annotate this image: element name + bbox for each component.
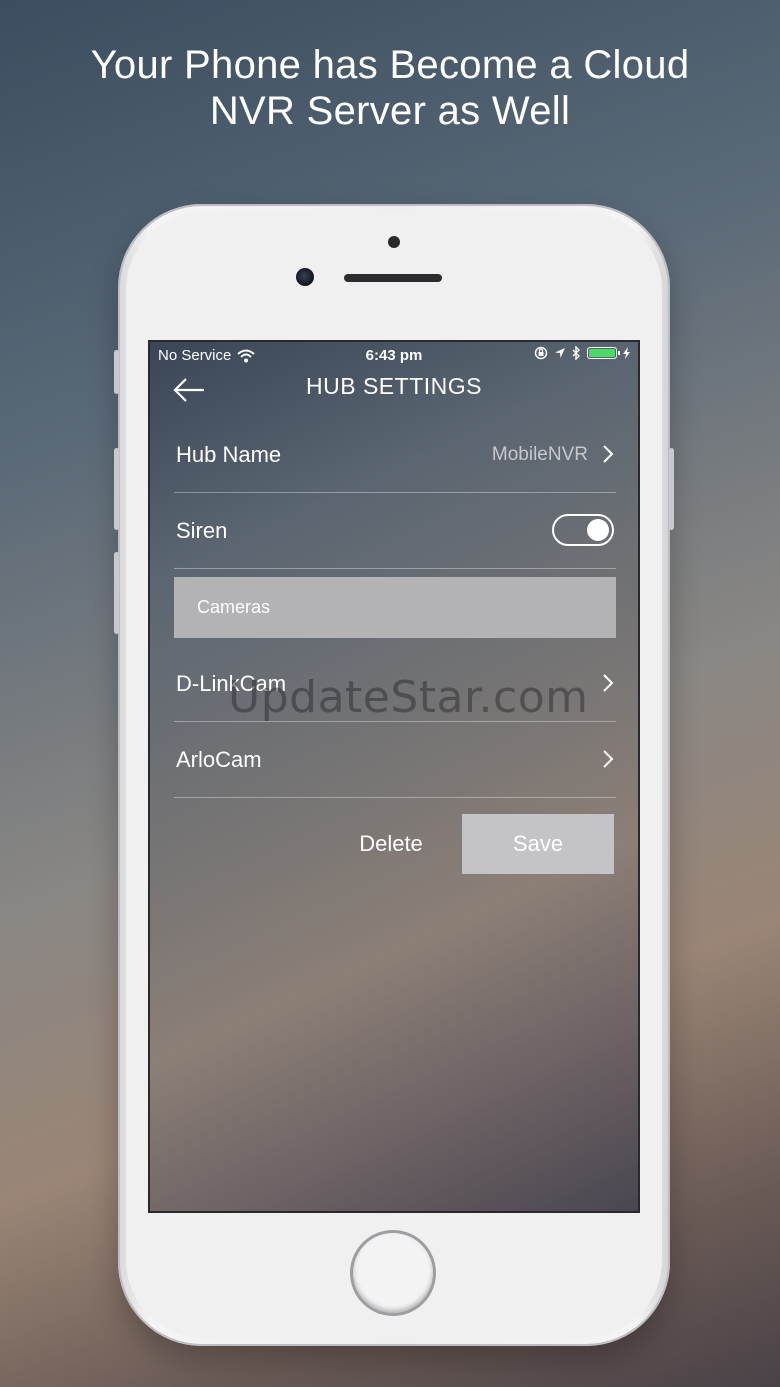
delete-button[interactable]: Delete [336,814,446,874]
status-bar: No Service 6:43 pm [150,342,638,368]
siren-row: Siren [174,494,616,569]
hub-name-value: MobileNVR [491,444,588,465]
toggle-knob [587,519,609,541]
siren-toggle[interactable] [552,514,614,546]
watermark: UpdateStar.com [228,672,589,723]
orientation-lock-icon [534,346,548,360]
headline-line-1: Your Phone has Become a Cloud [90,43,690,87]
siren-label: Siren [176,518,228,543]
bluetooth-icon [572,346,580,360]
mute-switch [114,350,119,394]
camera-row-arlocam[interactable]: ArloCam [174,723,616,798]
charging-icon [623,347,630,359]
nav-bar: HUB SETTINGS [150,368,638,412]
earpiece-speaker [344,274,442,282]
hub-name-label: Hub Name [176,442,282,467]
power-button [669,448,674,530]
location-icon [555,348,565,358]
page-title: HUB SETTINGS [306,373,482,399]
volume-up-button [114,448,119,530]
headline: Your Phone has Become a Cloud NVR Server… [0,42,780,134]
chevron-right-icon [603,445,614,463]
battery-icon [587,347,620,359]
cameras-section-header: Cameras [174,577,616,638]
save-button[interactable]: Save [462,814,614,874]
headline-line-2: NVR Server as Well [209,89,571,133]
home-button[interactable] [350,1230,436,1316]
app-screen: No Service 6:43 pm HUB SETTINGS Hub Name… [148,340,640,1213]
front-camera-icon [296,268,314,286]
hub-name-row[interactable]: Hub Name MobileNVR [174,418,616,493]
chevron-right-icon [603,674,614,692]
volume-down-button [114,552,119,634]
proximity-sensor [388,236,400,248]
chevron-right-icon [603,750,614,768]
cameras-header-label: Cameras [197,597,271,617]
camera-name: ArloCam [176,747,262,772]
